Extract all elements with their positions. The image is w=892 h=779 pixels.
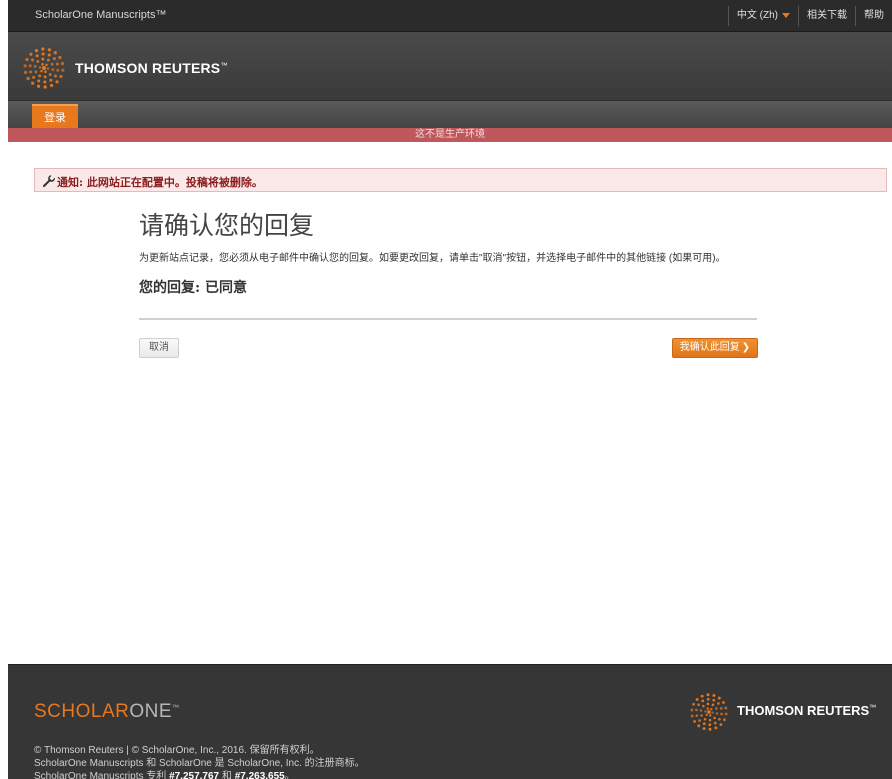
cancel-button[interactable]: 取消 (139, 338, 179, 358)
config-notice: 通知: 此网站正在配置中。投稿将被删除。 (34, 168, 887, 192)
scholarone-logo: SCHOLARONE™ (34, 701, 180, 722)
notice-text: 通知: 此网站正在配置中。投稿将被删除。 (57, 176, 263, 189)
top-links: 中文 (Zh) 相关下载 帮助 (727, 0, 892, 32)
page-frame: ScholarOne Manuscripts™ 中文 (Zh) 相关下载 帮助 … (8, 0, 892, 779)
confirm-label: 我确认此回复 (679, 342, 740, 353)
chevron-right-icon: ❯ (741, 342, 751, 353)
reply-status: 您的回复: 已同意 (139, 280, 248, 296)
top-utility-bar: ScholarOne Manuscripts™ 中文 (Zh) 相关下载 帮助 (8, 0, 892, 32)
footer-brand-text: THOMSON REUTERS™ (737, 703, 877, 718)
wrench-icon (43, 175, 55, 187)
content-divider (139, 318, 757, 320)
page-title: 请确认您的回复 (139, 211, 315, 240)
tab-login[interactable]: 登录 (32, 104, 78, 128)
help-link[interactable]: 帮助 (855, 6, 892, 26)
brand-header: THOMSON REUTERS™ (8, 32, 892, 101)
environment-banner: 这不是生产环境 (8, 128, 892, 142)
language-label: 中文 (Zh) (736, 10, 778, 21)
footer-copyright: © Thomson Reuters | © ScholarOne, Inc., … (34, 744, 365, 779)
thomson-reuters-footer-logo-icon (690, 693, 728, 731)
footer: SCHOLARONE™ THOMSON REUTERS™ © Thomson R… (8, 664, 892, 779)
app-name: ScholarOne Manuscripts™ (35, 9, 167, 21)
caret-down-icon (782, 12, 790, 18)
page-description: 为更新站点记录，您必须从电子邮件中确认您的回复。如要更改回复，请单击"取消"按钮… (139, 253, 726, 264)
thomson-reuters-logo-icon (23, 47, 65, 89)
trademark-line: ScholarOne Manuscripts 和 ScholarOne 是 Sc… (34, 758, 365, 769)
downloads-link[interactable]: 相关下载 (798, 6, 855, 26)
language-selector[interactable]: 中文 (Zh) (727, 6, 798, 26)
patent-line: ScholarOne Manuscripts 专利 #7,257,767 和 #… (34, 771, 295, 779)
confirm-reply-button[interactable]: 我确认此回复 ❯ (672, 338, 758, 358)
brand-logo-text: THOMSON REUTERS™ (75, 60, 228, 76)
main-nav: 登录 (8, 101, 892, 128)
copyright-line: © Thomson Reuters | © ScholarOne, Inc., … (34, 745, 320, 756)
